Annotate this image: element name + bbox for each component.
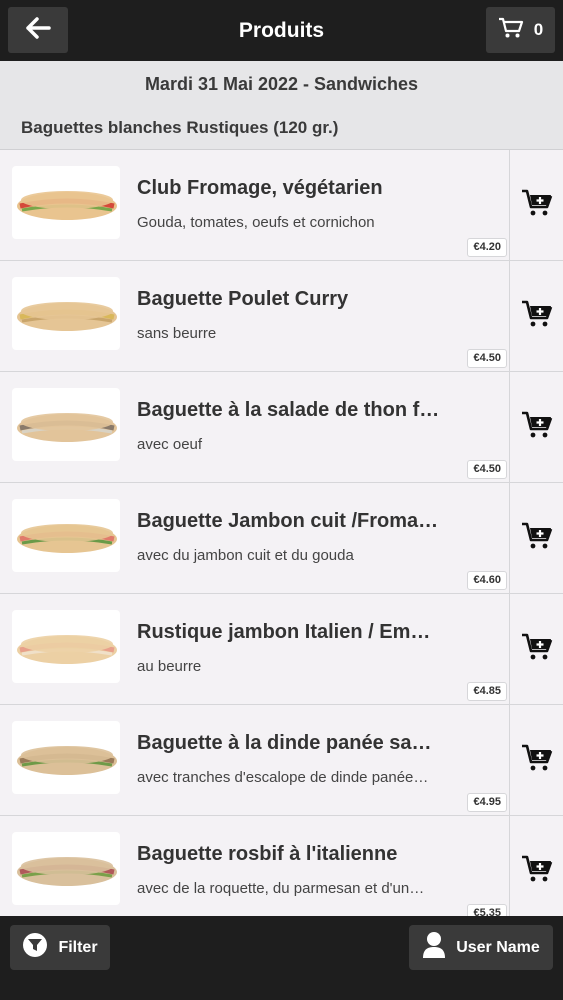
product-row[interactable]: Baguette à la salade de thon f… avec oeu… — [0, 372, 563, 483]
product-description: avec du jambon cuit et du gouda — [137, 547, 354, 564]
product-image — [12, 499, 120, 572]
cart-count: 0 — [533, 20, 544, 39]
page-title: Produits — [238, 19, 325, 42]
product-image — [12, 832, 120, 905]
product-name: Club Fromage, végétarien — [137, 177, 383, 199]
product-name: Baguette à la dinde panée sa… — [137, 732, 432, 754]
product-description: Gouda, tomates, oeufs et cornichon — [137, 214, 375, 231]
product-image — [12, 277, 120, 350]
cart-button[interactable]: 0 — [486, 7, 555, 53]
cart-icon — [498, 17, 524, 44]
add-to-cart-icon — [521, 633, 553, 666]
product-name: Baguette Poulet Curry — [137, 288, 349, 310]
product-price: €5.35 — [467, 904, 507, 916]
product-price: €4.95 — [467, 793, 507, 812]
product-row[interactable]: Rustique jambon Italien / Em… au beurre … — [0, 594, 563, 705]
add-to-cart-button[interactable] — [509, 705, 563, 815]
filter-label: Filter — [58, 938, 98, 956]
user-button[interactable]: User Name — [409, 925, 553, 970]
add-to-cart-icon — [521, 300, 553, 333]
product-list: Club Fromage, végétarien Gouda, tomates,… — [0, 150, 563, 916]
product-description: avec de la roquette, du parmesan et d'un… — [137, 880, 425, 897]
add-to-cart-icon — [521, 411, 553, 444]
product-row[interactable]: Baguette rosbif à l'italienne avec de la… — [0, 816, 563, 916]
add-to-cart-icon — [521, 855, 553, 888]
product-price: €4.50 — [467, 349, 507, 368]
product-image — [12, 721, 120, 794]
product-row[interactable]: Baguette à la dinde panée sa… avec tranc… — [0, 705, 563, 816]
product-name: Rustique jambon Italien / Em… — [137, 621, 431, 643]
product-image — [12, 610, 120, 683]
add-to-cart-icon — [521, 189, 553, 222]
arrow-left-icon — [24, 16, 52, 45]
add-to-cart-button[interactable] — [509, 372, 563, 482]
product-name: Baguette Jambon cuit /Froma… — [137, 510, 439, 532]
filter-icon — [22, 932, 48, 963]
product-name: Baguette rosbif à l'italienne — [137, 843, 398, 865]
product-description: sans beurre — [137, 325, 217, 342]
top-bar: Produits 0 — [0, 0, 563, 61]
user-label: User Name — [456, 938, 540, 956]
add-to-cart-button[interactable] — [509, 150, 563, 260]
bottom-bar: Filter User Name — [0, 916, 563, 1000]
add-to-cart-icon — [521, 744, 553, 777]
add-to-cart-icon — [521, 522, 553, 555]
product-description: avec tranches d'escalope de dinde panée… — [137, 769, 429, 786]
product-image — [12, 166, 120, 239]
add-to-cart-button[interactable] — [509, 594, 563, 704]
product-description: avec oeuf — [137, 436, 203, 453]
product-price: €4.60 — [467, 571, 507, 590]
filter-button[interactable]: Filter — [10, 925, 110, 970]
back-button[interactable] — [8, 7, 68, 53]
add-to-cart-button[interactable] — [509, 261, 563, 371]
product-price: €4.85 — [467, 682, 507, 701]
product-row[interactable]: Baguette Jambon cuit /Froma… avec du jam… — [0, 483, 563, 594]
product-row[interactable]: Club Fromage, végétarien Gouda, tomates,… — [0, 150, 563, 261]
product-image — [12, 388, 120, 461]
product-price: €4.50 — [467, 460, 507, 479]
add-to-cart-button[interactable] — [509, 483, 563, 593]
date-line: Mardi 31 Mai 2022 - Sandwiches — [144, 74, 419, 94]
add-to-cart-button[interactable] — [509, 816, 563, 916]
product-name: Baguette à la salade de thon f… — [137, 399, 440, 421]
user-icon — [422, 931, 446, 964]
product-row[interactable]: Baguette Poulet Curry sans beurre €4.50 — [0, 261, 563, 372]
product-price: €4.20 — [467, 238, 507, 257]
subheader: Mardi 31 Mai 2022 - Sandwiches Baguettes… — [0, 61, 563, 150]
product-description: au beurre — [137, 658, 202, 675]
category-title: Baguettes blanches Rustiques (120 gr.) — [21, 118, 339, 137]
